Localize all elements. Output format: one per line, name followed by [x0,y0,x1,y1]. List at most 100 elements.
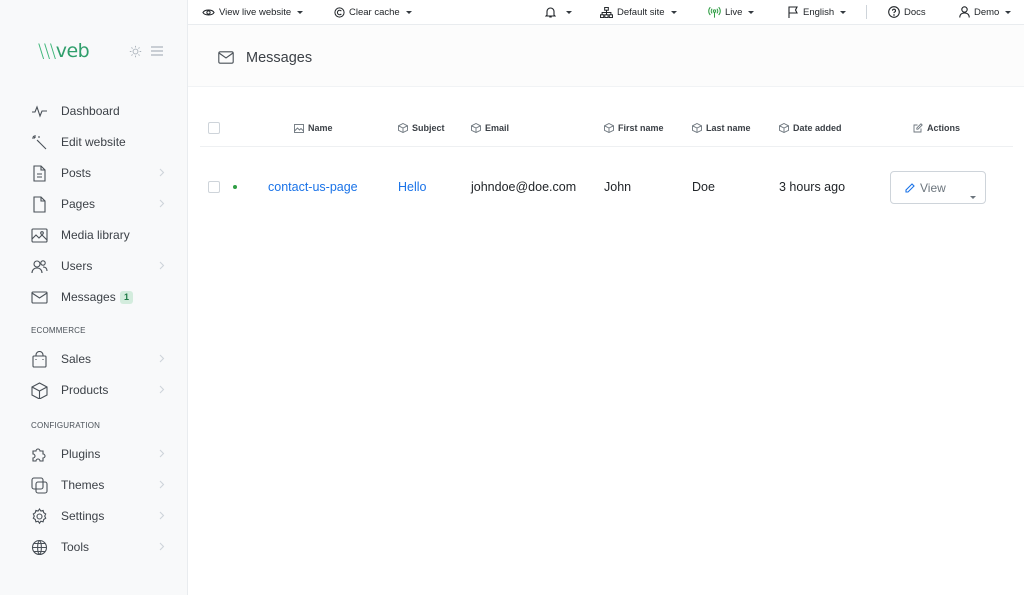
sidebar-item-label: Sales [61,352,92,366]
sidebar-item-edit-website[interactable]: Edit website [0,127,188,157]
sidebar-item-label: Users [61,259,93,273]
page-header: Messages [188,25,1024,87]
view-split-button: View [890,171,986,204]
column-header-label: Date added [793,123,842,133]
sidebar-item-sales[interactable]: Sales [0,344,188,374]
envelope-icon [218,51,234,64]
user-icon [959,6,970,18]
sidebar-item-media-library[interactable]: Media library [0,220,188,250]
column-header-subject[interactable]: Subject [398,123,445,133]
chevron-right-icon [159,354,165,363]
sidebar: \\\veb Dashboard Edit website Posts Page… [0,0,188,595]
message-name-link[interactable]: contact-us-page [268,180,358,194]
chevron-right-icon [159,449,165,458]
sidebar-item-label: Themes [61,478,105,492]
caret-down-icon [297,10,304,14]
column-header-label: Actions [927,123,961,133]
select-all-checkbox[interactable] [208,122,220,134]
sidebar-item-plugins[interactable]: Plugins [0,439,188,469]
live-status-dropdown[interactable]: Live [708,0,755,24]
sidebar-item-tools[interactable]: Tools [0,532,188,562]
docs-link[interactable]: Docs [888,0,926,24]
sidebar-item-settings[interactable]: Settings [0,501,188,531]
row-select-checkbox[interactable] [208,181,220,193]
chevron-right-icon [159,168,165,177]
column-header-last-name[interactable]: Last name [692,123,751,133]
notifications-dropdown[interactable] [545,0,572,24]
view-live-website-dropdown[interactable]: View live website [202,0,304,24]
status-dot [233,185,237,189]
sidebar-item-label: Edit website [61,135,126,149]
chevron-right-icon [159,542,165,551]
cube-icon [692,123,702,133]
site-selector-dropdown[interactable]: Default site [600,0,677,24]
message-subject-link[interactable]: Hello [398,180,427,194]
column-header-label: Name [308,123,333,133]
broadcast-icon [708,6,721,18]
column-header-label: First name [618,123,664,133]
sidebar-item-label: Pages [61,197,96,211]
file-text-icon [31,165,48,182]
chevron-right-icon [159,385,165,394]
message-date-added: 3 hours ago [779,180,846,194]
edit-square-icon [913,123,923,133]
clear-cache-label: Clear cache [349,6,400,18]
help-circle-icon [888,6,900,18]
shopping-bag-icon [31,351,48,368]
user-menu-dropdown[interactable]: Demo [959,0,1012,24]
users-icon [31,258,48,275]
sidebar-item-themes[interactable]: Themes [0,470,188,500]
language-label: English [803,6,835,18]
live-label: Live [725,6,743,18]
sidebar-item-dashboard[interactable]: Dashboard [0,96,188,126]
sidebar-item-label: Posts [61,166,92,180]
message-email: johndoe@doe.com [471,180,577,194]
clear-cache-dropdown[interactable]: Clear cache [334,0,412,24]
sidebar-item-messages[interactable]: Messages 1 [0,282,188,312]
page-title: Messages [246,50,313,66]
column-header-first-name[interactable]: First name [604,123,664,133]
user-name-label: Demo [974,6,1000,18]
column-header-label: Last name [706,123,751,133]
column-header-name[interactable]: Name [294,123,333,133]
refresh-cache-icon [334,6,345,18]
sidebar-header: \\\veb [0,0,187,105]
sidebar-item-label: Messages [61,290,116,304]
caret-down-icon [748,10,755,14]
sidebar-item-products[interactable]: Products [0,375,188,405]
view-button[interactable]: View [891,181,946,195]
logo[interactable]: \\\veb [38,40,90,62]
bell-icon [545,7,556,18]
language-dropdown[interactable]: English [788,0,847,24]
sidebar-item-label: Media library [61,228,130,242]
theme-toggle-icon[interactable] [129,45,142,58]
chevron-right-icon [159,261,165,270]
sidebar-item-posts[interactable]: Posts [0,158,188,188]
column-header-email[interactable]: Email [471,123,509,133]
table-header: Name Subject Email First name Last name … [200,110,1013,147]
logo-brand: veb [55,40,90,62]
caret-down-icon [840,10,847,14]
cube-icon [398,123,408,133]
chevron-right-icon [159,480,165,489]
sidebar-item-label: Settings [61,509,105,523]
globe-icon [31,539,48,556]
image-gallery-icon [31,227,48,244]
view-dropdown-toggle[interactable] [970,186,976,204]
column-header-label: Email [485,123,510,133]
image-icon [294,123,304,133]
sidebar-item-label: Plugins [61,447,101,461]
caret-down-icon [1005,10,1012,14]
column-header-date-added[interactable]: Date added [779,123,842,133]
table-row: contact-us-page Hello johndoe@doe.com Jo… [200,165,1013,209]
topbar-divider [866,5,867,19]
top-bar: View live website Clear cache Default si… [188,0,1024,25]
cube-icon [604,123,614,133]
sidebar-item-label: Dashboard [61,104,120,118]
caret-down-icon [405,10,412,14]
caret-down-icon [970,196,976,199]
sidebar-item-pages[interactable]: Pages [0,189,188,219]
sidebar-item-users[interactable]: Users [0,251,188,281]
menu-toggle-icon[interactable] [151,46,163,56]
layers-icon [31,477,48,494]
